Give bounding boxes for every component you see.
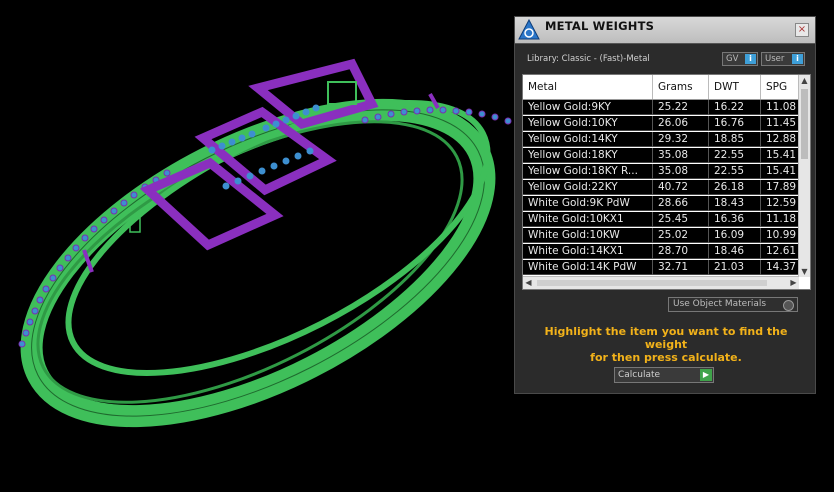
close-icon[interactable]: ×: [795, 23, 809, 37]
ring-gallery: [327, 81, 357, 105]
use-object-materials-label: Use Object Materials: [673, 299, 767, 309]
cell-spg: 10.99: [766, 229, 797, 241]
cell-grams: 40.72: [653, 180, 709, 195]
cell-dwt: 21.03: [709, 260, 761, 275]
chevron-left-icon[interactable]: ◀: [523, 278, 534, 287]
horizontal-scrollbar[interactable]: ◀ ▶: [523, 276, 799, 289]
chevron-right-icon[interactable]: ▶: [788, 278, 799, 287]
table-row[interactable]: Yellow Gold:18KY 35.08 22.55 15.41: [523, 148, 799, 163]
cell-spg: 11.18: [766, 213, 797, 225]
metal-weights-panel: METAL WEIGHTS × Library: Classic - (Fast…: [514, 16, 816, 394]
cell-metal: Yellow Gold:14KY: [523, 132, 653, 147]
metal-table[interactable]: Metal Grams DWT SPG Yellow Gold:9KY 25.22…: [522, 74, 811, 290]
cell-dwt: 16.36: [709, 212, 761, 227]
calculate-label: Calculate: [618, 370, 661, 380]
cell-dwt: 22.55: [709, 148, 761, 163]
cell-dwt: 18.85: [709, 132, 761, 147]
cell-spg: 12.61: [766, 245, 797, 257]
cell-dwt: 22.55: [709, 164, 761, 179]
horizontal-scroll-thumb[interactable]: [537, 280, 767, 286]
info-icon: i: [792, 54, 803, 64]
panel-title: METAL WEIGHTS: [545, 19, 655, 33]
cell-grams: 28.70: [653, 244, 709, 259]
cell-grams: 35.08: [653, 148, 709, 163]
cell-dwt: 16.76: [709, 116, 761, 131]
cell-grams: 25.02: [653, 228, 709, 243]
vertical-scrollbar[interactable]: ▲ ▼: [798, 75, 810, 277]
cell-metal: White Gold:10KX1: [523, 212, 653, 227]
cell-dwt: 26.18: [709, 180, 761, 195]
user-toggle[interactable]: User i: [761, 52, 805, 66]
cell-spg: 12.59: [766, 197, 797, 209]
gv-label: GV: [726, 54, 739, 64]
purple-setting: [139, 58, 379, 251]
table-header: Metal Grams DWT SPG: [523, 75, 799, 100]
chevron-down-icon[interactable]: ▼: [799, 267, 810, 276]
cell-grams: 25.45: [653, 212, 709, 227]
cell-spg: 12.88: [766, 133, 797, 145]
instruction-line-2: for then press calculate.: [590, 351, 742, 364]
panel-titlebar[interactable]: METAL WEIGHTS ×: [515, 17, 815, 44]
calculate-button[interactable]: Calculate ▶: [614, 367, 714, 383]
cell-metal: White Gold:14KX1: [523, 244, 653, 259]
cell-spg: 15.41: [766, 165, 797, 177]
cell-grams: 26.06: [653, 116, 709, 131]
vertical-scroll-thumb[interactable]: [801, 89, 808, 159]
column-header-dwt[interactable]: DWT: [709, 75, 761, 99]
column-header-grams[interactable]: Grams: [653, 75, 709, 99]
user-label: User: [765, 54, 785, 64]
cell-grams: 25.22: [653, 100, 709, 115]
cell-metal: Yellow Gold:22KY: [523, 180, 653, 195]
cell-grams: 29.32: [653, 132, 709, 147]
table-row[interactable]: Yellow Gold:18KY R... 35.08 22.55 15.41: [523, 164, 799, 179]
table-row[interactable]: Yellow Gold:14KY 29.32 18.85 12.88: [523, 132, 799, 147]
cell-metal: Yellow Gold:10KY: [523, 116, 653, 131]
cell-metal: White Gold:9K PdW: [523, 196, 653, 211]
radio-icon[interactable]: [783, 300, 794, 311]
gv-toggle[interactable]: GV i: [722, 52, 758, 66]
cell-spg: 14.37: [766, 261, 797, 273]
table-row[interactable]: White Gold:10KW 25.02 16.09 10.99: [523, 228, 799, 243]
arrow-right-icon: ▶: [700, 369, 712, 381]
cell-dwt: 18.43: [709, 196, 761, 211]
instruction-text: Highlight the item you want to find the …: [523, 325, 809, 364]
cell-metal: White Gold:10KW: [523, 228, 653, 243]
cell-metal: Yellow Gold:9KY: [523, 100, 653, 115]
app-logo-icon: [518, 18, 540, 40]
use-object-materials-option[interactable]: Use Object Materials: [668, 297, 798, 312]
table-row[interactable]: Yellow Gold:10KY 26.06 16.76 11.45: [523, 116, 799, 131]
info-icon: i: [745, 54, 756, 64]
table-row[interactable]: White Gold:9K PdW 28.66 18.43 12.59: [523, 196, 799, 211]
instruction-line-1: Highlight the item you want to find the …: [544, 325, 788, 351]
cell-dwt: 18.46: [709, 244, 761, 259]
chevron-up-icon[interactable]: ▲: [799, 76, 810, 85]
cell-spg: 11.08: [766, 101, 797, 113]
cell-metal: Yellow Gold:18KY R...: [523, 164, 653, 179]
column-header-metal[interactable]: Metal: [523, 75, 653, 99]
cell-grams: 35.08: [653, 164, 709, 179]
table-row[interactable]: Yellow Gold:22KY 40.72 26.18 17.89: [523, 180, 799, 195]
cell-dwt: 16.22: [709, 100, 761, 115]
cell-grams: 32.71: [653, 260, 709, 275]
table-row[interactable]: Yellow Gold:9KY 25.22 16.22 11.08: [523, 100, 799, 115]
column-header-spg[interactable]: SPG: [761, 75, 801, 99]
cell-grams: 28.66: [653, 196, 709, 211]
cell-dwt: 16.09: [709, 228, 761, 243]
library-label: Library: Classic - (Fast)-Metal: [527, 54, 650, 64]
table-row[interactable]: White Gold:14KX1 28.70 18.46 12.61: [523, 244, 799, 259]
table-row[interactable]: White Gold:14K PdW 32.71 21.03 14.37: [523, 260, 799, 275]
table-row[interactable]: White Gold:10KX1 25.45 16.36 11.18: [523, 212, 799, 227]
cell-spg: 17.89: [766, 181, 797, 193]
cell-metal: White Gold:14K PdW: [523, 260, 653, 275]
cell-spg: 11.45: [766, 117, 797, 129]
cell-spg: 15.41: [766, 149, 797, 161]
cell-metal: Yellow Gold:18KY: [523, 148, 653, 163]
